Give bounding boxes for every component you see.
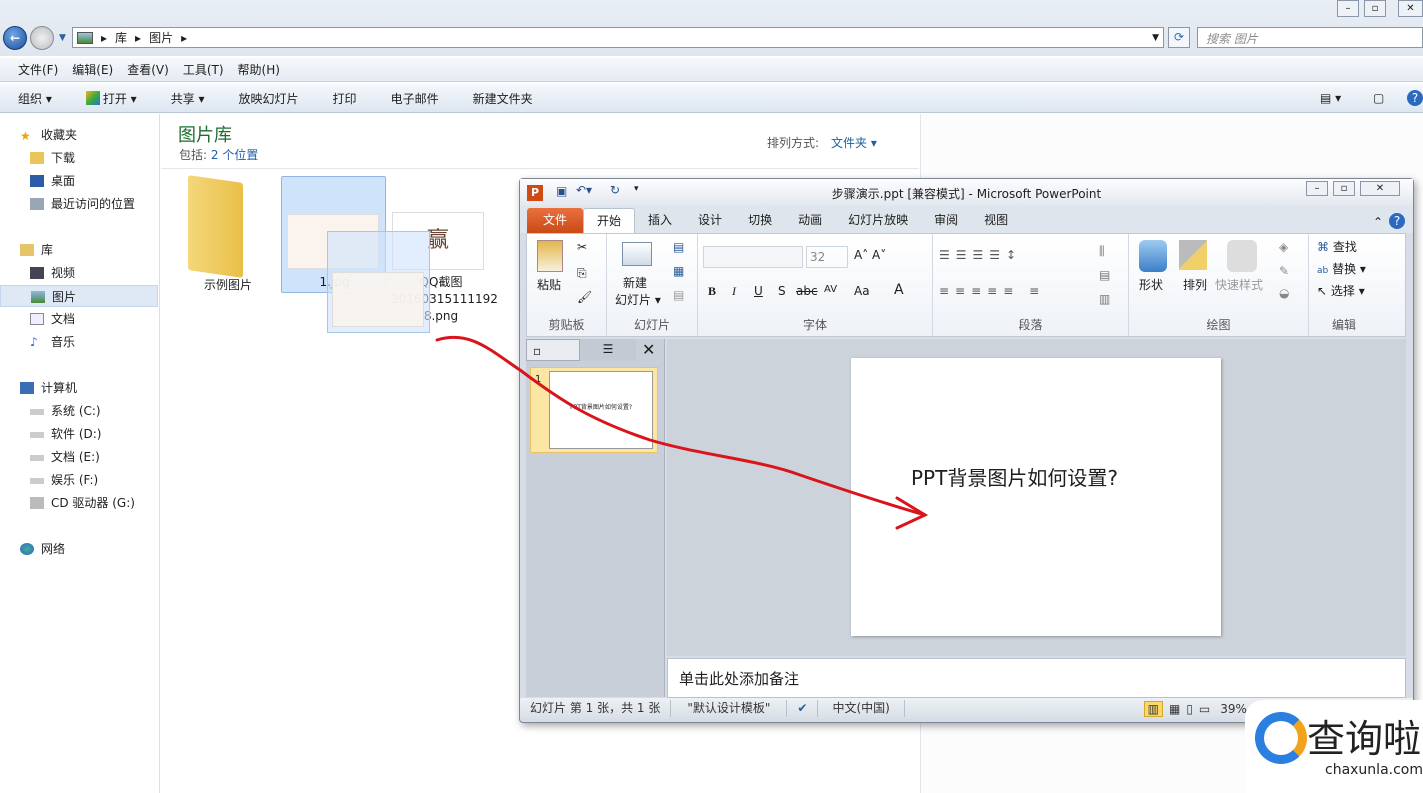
annotation-arrow-head <box>895 496 929 530</box>
watermark-logo: 查询啦 chaxunla.com <box>1245 700 1423 793</box>
annotation-arrow-line <box>435 335 927 517</box>
watermark-url: chaxunla.com <box>1325 762 1423 778</box>
chaxunla-logo-icon <box>1255 712 1307 764</box>
annotation-arrow <box>435 335 929 530</box>
watermark-brand: 查询啦 <box>1307 717 1422 761</box>
